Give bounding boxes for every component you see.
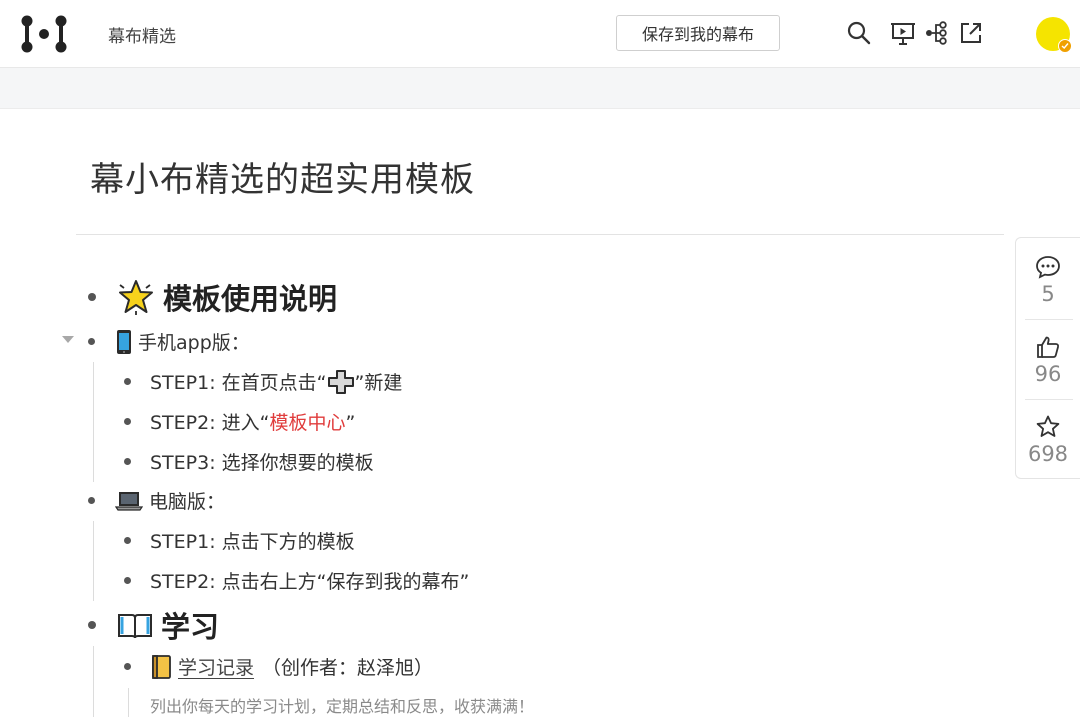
mindmap-icon[interactable] <box>924 20 950 46</box>
item-note: 列出你每天的学习计划，定期总结和反思，收获满满！ <box>150 697 535 716</box>
book-emoji-icon <box>118 614 152 639</box>
outline-bullet[interactable] <box>124 458 131 465</box>
item-text: STEP3: 选择你想要的模板 <box>150 452 374 474</box>
notebook-emoji-icon <box>152 654 171 679</box>
outline-bullet[interactable] <box>124 537 131 544</box>
outline-bullet[interactable] <box>88 621 96 629</box>
outline-bullet[interactable] <box>124 418 131 425</box>
item-text-suffix: ” <box>345 412 356 434</box>
highlight-text: 模板中心 <box>269 412 346 434</box>
like-count: 96 <box>1034 362 1062 386</box>
item-text: STEP1: 在首页点击“ <box>150 372 327 394</box>
like-button[interactable]: 96 <box>1016 334 1080 386</box>
favorite-count: 698 <box>1027 442 1069 466</box>
sub-toolbar <box>0 68 1080 109</box>
search-icon[interactable] <box>846 20 872 46</box>
brand-title[interactable]: 幕布精选 <box>108 22 176 47</box>
vip-badge-icon <box>1058 39 1072 53</box>
outline-item[interactable]: STEP1: 在首页点击“ ”新建 <box>150 368 402 395</box>
outline-item[interactable]: 学习记录 （创作者：赵泽旭） <box>150 653 433 680</box>
outline-item[interactable]: STEP3: 选择你想要的模板 <box>150 448 374 475</box>
star-icon <box>1036 415 1060 437</box>
thumbs-up-icon <box>1037 336 1060 358</box>
outline-bullet[interactable] <box>124 378 131 385</box>
top-bar: 幕布精选 保存到我的幕布 <box>0 0 1080 68</box>
outline-bullet[interactable] <box>124 663 131 670</box>
item-text: 手机app版： <box>138 332 250 354</box>
star-emoji-icon <box>119 280 153 315</box>
author-text: （创作者：赵泽旭） <box>262 657 434 679</box>
heading-text: 学习 <box>161 610 220 644</box>
user-avatar[interactable] <box>1036 17 1072 53</box>
plus-emoji-icon <box>327 369 354 394</box>
outline-item[interactable]: STEP1: 点击下方的模板 <box>150 527 355 554</box>
item-text: STEP2: 点击右上方“保存到我的幕布” <box>150 571 470 593</box>
heading-text: 模板使用说明 <box>163 282 338 316</box>
outline-bullet[interactable] <box>88 293 96 301</box>
outline-bullet[interactable] <box>88 497 95 504</box>
outline-item[interactable]: STEP2: 进入“模板中心” <box>150 408 355 435</box>
outline-bullet[interactable] <box>88 338 95 345</box>
indent-guide <box>128 688 129 717</box>
outline-item[interactable]: 手机app版： <box>115 328 250 355</box>
document-title[interactable]: 幕小布精选的超实用模板 <box>90 152 475 201</box>
outline-bullet[interactable] <box>124 577 131 584</box>
title-divider <box>76 234 1004 235</box>
favorite-button[interactable]: 698 <box>1016 414 1080 466</box>
item-text: STEP2: 进入“ <box>150 412 270 434</box>
outline-item[interactable]: 电脑版： <box>115 487 225 514</box>
indent-guide <box>93 362 94 482</box>
outline-heading[interactable]: 模板使用说明 <box>117 276 337 318</box>
present-icon[interactable] <box>890 20 916 46</box>
item-text: 电脑版： <box>149 491 226 513</box>
comment-button[interactable]: 5 <box>1016 254 1080 306</box>
save-to-my-mubu-button[interactable]: 保存到我的幕布 <box>616 15 780 51</box>
phone-emoji-icon <box>117 329 131 354</box>
side-divider <box>1025 319 1073 320</box>
indent-guide <box>93 521 94 601</box>
indent-guide <box>93 646 94 717</box>
item-text-suffix: ”新建 <box>354 372 403 394</box>
side-divider <box>1025 399 1073 400</box>
laptop-emoji-icon <box>115 491 143 511</box>
collapse-toggle-icon[interactable] <box>62 336 74 343</box>
doc-link[interactable]: 学习记录 <box>178 657 254 679</box>
comment-count: 5 <box>1041 282 1055 306</box>
mubu-logo-icon[interactable] <box>20 13 68 55</box>
outline-heading[interactable]: 学习 <box>117 604 219 646</box>
side-action-panel: 5 96 698 <box>1015 237 1080 479</box>
outline-item[interactable]: STEP2: 点击右上方“保存到我的幕布” <box>150 567 469 594</box>
comment-icon <box>1036 256 1060 279</box>
share-icon[interactable] <box>958 20 984 46</box>
item-text: STEP1: 点击下方的模板 <box>150 531 355 553</box>
